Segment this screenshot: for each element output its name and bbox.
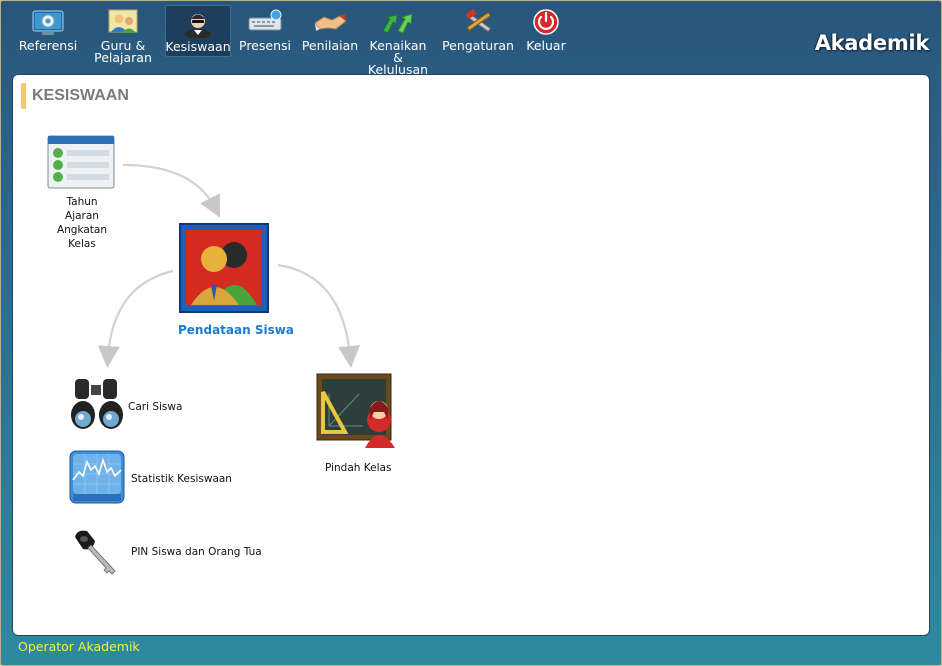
toolbar-pengaturan[interactable]: Pengaturan xyxy=(442,7,514,53)
node-pindah-kelas[interactable] xyxy=(315,370,401,456)
toolbar-label: Kesiswaan xyxy=(165,39,231,54)
toolbar-label: Guru & Pelajaran xyxy=(94,38,152,65)
toolbar-presensi[interactable]: Presensi xyxy=(236,7,294,52)
footer-user: Operator Akademik xyxy=(18,639,140,654)
main-panel: KESISWAAN Tahun Ajaran Angkatan Kelas Pe… xyxy=(12,74,930,636)
node-tahun-ajaran[interactable] xyxy=(47,135,117,191)
checklist-icon xyxy=(47,135,115,189)
classroom-icon xyxy=(316,373,395,448)
toolbar-label: Penilaian xyxy=(301,38,359,53)
node-statistik-kesiswaan[interactable] xyxy=(69,450,125,504)
node-pendataan-siswa-label[interactable]: Pendataan Siswa xyxy=(178,323,294,337)
chart-icon xyxy=(69,450,125,504)
toolbar-label: Pengaturan xyxy=(442,38,514,53)
node-pin-siswa[interactable] xyxy=(71,527,123,579)
toolbar-label: Keluar xyxy=(526,38,566,53)
arrow-to-pendataan xyxy=(122,163,221,218)
arrow-to-pindah xyxy=(277,263,361,368)
students-photo-icon xyxy=(179,223,269,313)
key-icon xyxy=(75,530,116,575)
toolbar-kenaikan-kelulusan[interactable]: Kenaikan & Kelulusan xyxy=(363,7,433,76)
keyboard-icon xyxy=(248,9,282,31)
toolbar-keluar[interactable]: Keluar xyxy=(523,7,569,52)
node-pendataan-siswa[interactable] xyxy=(177,221,271,315)
teachers-icon xyxy=(108,9,138,33)
tools-icon xyxy=(465,8,491,32)
toolbar-penilaian[interactable]: Penilaian xyxy=(301,7,359,52)
handshake-icon xyxy=(314,14,347,31)
toolbar-label: Referensi xyxy=(18,38,78,53)
node-tahun-ajaran-label[interactable]: Tahun Ajaran Angkatan Kelas xyxy=(48,195,116,251)
student-icon xyxy=(185,14,211,38)
arrow-to-cari xyxy=(97,269,174,368)
node-cari-siswa-label[interactable]: Cari Siswa xyxy=(128,400,182,414)
toolbar-kesiswaan[interactable]: Kesiswaan xyxy=(165,5,231,57)
node-statistik-kesiswaan-label[interactable]: Statistik Kesiswaan xyxy=(131,472,232,486)
node-pindah-kelas-label[interactable]: Pindah Kelas xyxy=(325,461,391,475)
node-cari-siswa[interactable] xyxy=(69,375,127,433)
green-arrows-icon xyxy=(382,13,413,34)
node-pin-siswa-label[interactable]: PIN Siswa dan Orang Tua xyxy=(131,545,262,559)
toolbar-guru-pelajaran[interactable]: Guru & Pelajaran xyxy=(92,7,154,64)
binoculars-icon xyxy=(71,379,123,429)
toolbar-referensi[interactable]: Referensi xyxy=(18,7,78,52)
app-brand: Akademik xyxy=(814,31,930,55)
app-window: Referensi Guru & Pelajaran Kesiswaan Pre… xyxy=(0,0,942,666)
toolbar-label: Kenaikan & Kelulusan xyxy=(367,38,429,77)
toolbar-label: Presensi xyxy=(239,38,291,53)
gear-screen-icon xyxy=(32,10,64,35)
main-toolbar: Referensi Guru & Pelajaran Kesiswaan Pre… xyxy=(1,1,941,76)
power-icon xyxy=(533,9,559,35)
